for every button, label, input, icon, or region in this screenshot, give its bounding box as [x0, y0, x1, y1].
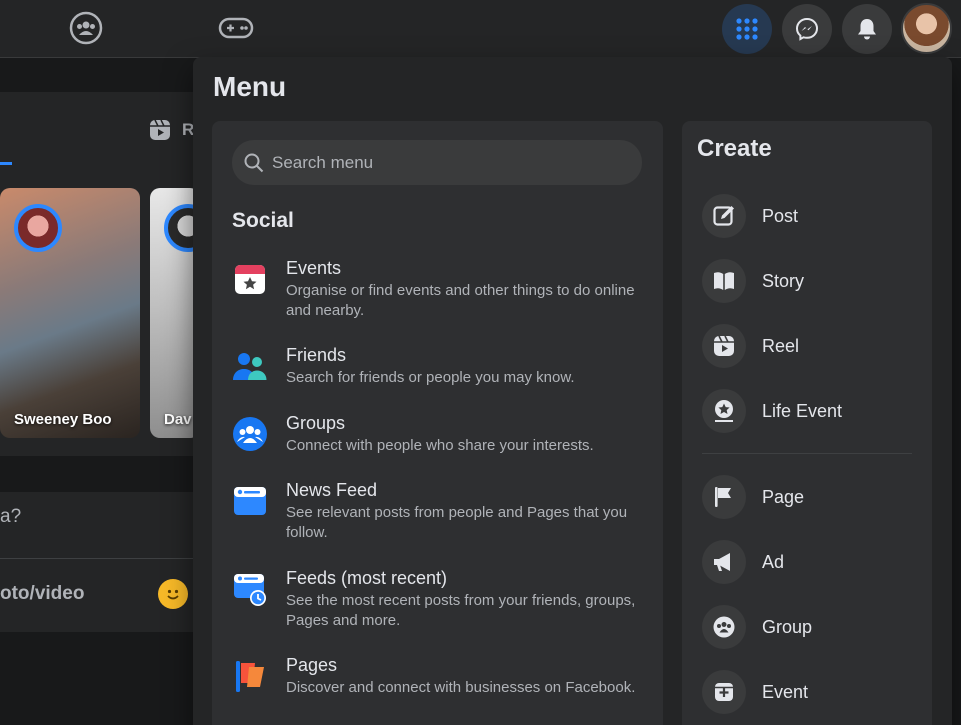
create-item-label: Story — [762, 270, 805, 291]
menu-item-feeds-most-recent[interactable]: Feeds (most recent) See the most recent … — [232, 567, 642, 631]
news-feed-icon — [232, 483, 268, 519]
menu-social-column: Social Events Organise or find events an… — [212, 121, 663, 725]
search-menu-box[interactable] — [232, 140, 642, 185]
create-item-label: Post — [762, 205, 799, 226]
menu-item-title: Groups — [286, 413, 346, 433]
photo-video-button-label[interactable]: oto/video — [0, 583, 84, 605]
create-heading: Create — [697, 135, 772, 162]
bell-icon — [858, 19, 876, 40]
groups-nav-icon[interactable] — [68, 10, 104, 46]
groups-icon — [232, 416, 268, 452]
feeling-emoji-icon[interactable] — [158, 579, 188, 609]
create-item-label: Page — [762, 486, 805, 507]
reel-icon — [702, 324, 746, 368]
create-item-label: Group — [762, 616, 813, 637]
megaphone-icon — [702, 540, 746, 584]
menu-item-events[interactable]: Events Organise or find events and other… — [232, 257, 642, 321]
grid-icon — [736, 18, 758, 40]
calendar-plus-icon — [702, 670, 746, 714]
menu-item-description: See the most recent posts from your frie… — [286, 592, 636, 629]
story-author-name: Dav — [164, 411, 192, 428]
menu-item-description: See relevant posts from people and Pages… — [286, 504, 628, 541]
pages-flag-icon — [232, 658, 268, 694]
menu-item-title: Events — [286, 258, 342, 278]
flag-icon — [702, 475, 746, 519]
create-group-button[interactable]: Group — [702, 603, 912, 651]
top-navigation-bar — [0, 0, 961, 58]
calendar-star-icon — [232, 261, 268, 297]
composer-divider — [0, 558, 200, 559]
create-story-button[interactable]: Story — [702, 257, 912, 305]
friends-icon — [232, 348, 268, 384]
story-author-name: Sweeney Boo — [14, 411, 112, 428]
menu-item-title: Pages — [286, 655, 338, 675]
menu-create-column: Create Post Story Reel Life Event Page A… — [682, 121, 932, 725]
menu-item-pages[interactable]: Pages Discover and connect with business… — [232, 654, 642, 698]
create-page-button[interactable]: Page — [702, 473, 912, 521]
menu-item-title: Feeds (most recent) — [286, 568, 448, 588]
recent-feed-icon — [232, 571, 268, 607]
create-item-label: Ad — [762, 551, 785, 572]
search-menu-input[interactable] — [272, 152, 632, 173]
menu-item-news-feed[interactable]: News Feed See relevant posts from people… — [232, 479, 642, 543]
menu-item-friends[interactable]: Friends Search for friends or people you… — [232, 344, 642, 388]
story-avatar — [14, 204, 62, 252]
menu-popover: Menu Social Events Organise or find even… — [193, 57, 952, 725]
menu-item-title: News Feed — [286, 480, 378, 500]
create-post-button[interactable]: Post — [702, 192, 912, 240]
messenger-icon — [795, 17, 819, 41]
composer-input[interactable]: a? — [0, 506, 21, 528]
reel-icon — [150, 119, 170, 140]
create-item-label: Life Event — [762, 400, 843, 421]
create-life-event-button[interactable]: Life Event — [702, 387, 912, 435]
story-card[interactable]: Sweeney Boo — [0, 188, 140, 438]
menu-item-description: Connect with people who share your inter… — [286, 437, 594, 454]
create-reel-button[interactable]: Reel — [702, 322, 912, 370]
menu-item-description: Discover and connect with businesses on … — [286, 679, 636, 696]
star-badge-icon — [702, 389, 746, 433]
create-event-button[interactable]: Event — [702, 668, 912, 716]
compose-icon — [702, 194, 746, 238]
messenger-button[interactable] — [782, 4, 832, 54]
menu-grid-button[interactable] — [722, 4, 772, 54]
composer-panel — [0, 492, 200, 632]
menu-item-title: Friends — [286, 345, 347, 365]
gaming-nav-icon[interactable] — [218, 10, 254, 46]
menu-title: Menu — [213, 71, 287, 102]
profile-avatar[interactable] — [901, 3, 952, 54]
create-divider — [702, 453, 912, 454]
book-icon — [702, 259, 746, 303]
search-icon — [244, 153, 264, 172]
menu-item-groups[interactable]: Groups Connect with people who share you… — [232, 412, 642, 456]
notifications-button[interactable] — [842, 4, 892, 54]
create-item-label: Reel — [762, 335, 800, 356]
tab-active-indicator — [0, 162, 12, 165]
tab-reels[interactable]: R — [148, 118, 194, 142]
group-icon — [702, 605, 746, 649]
menu-item-description: Organise or find events and other things… — [286, 282, 635, 319]
menu-item-description: Search for friends or people you may kno… — [286, 369, 575, 386]
create-item-label: Event — [762, 681, 809, 702]
create-ad-button[interactable]: Ad — [702, 538, 912, 586]
section-heading-social: Social — [232, 209, 294, 232]
